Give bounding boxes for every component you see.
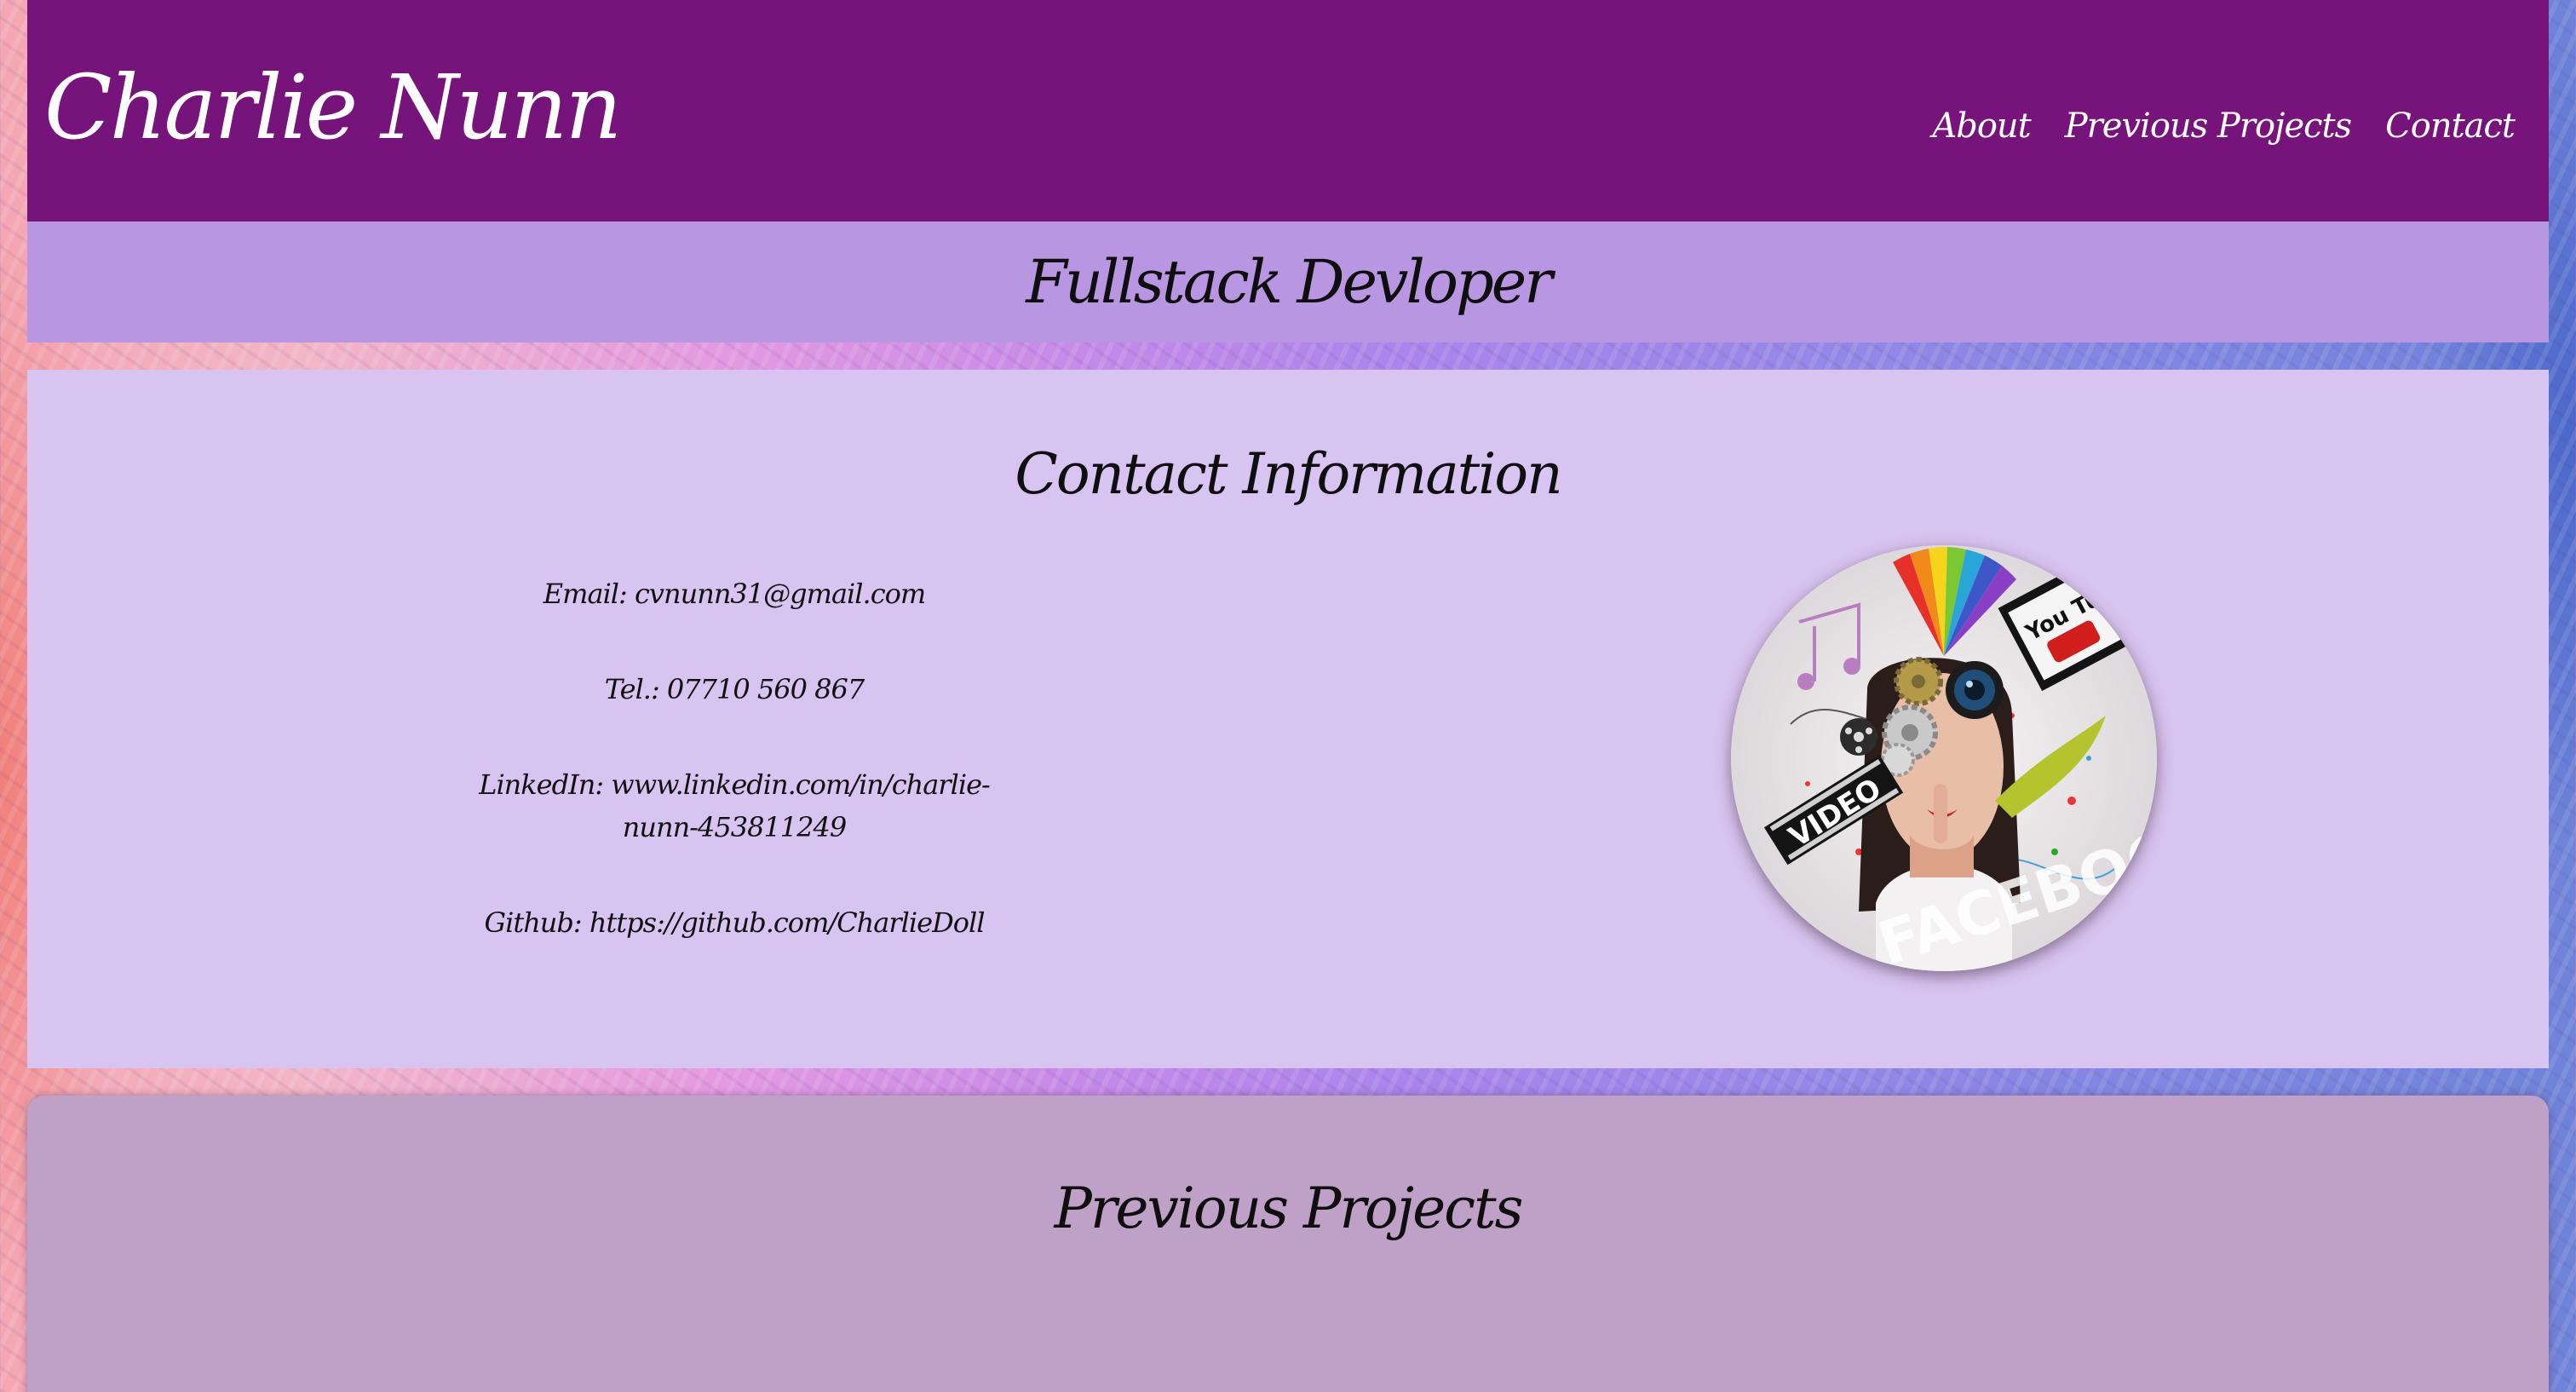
page-frame: Charlie Nunn About Previous Projects Con…	[27, 0, 2549, 1392]
nav-previous-projects[interactable]: Previous Projects	[2065, 109, 2352, 143]
film-reel-icon	[1840, 718, 1877, 756]
contact-phone: Tel.: 07710 560 867	[604, 673, 865, 705]
profile-image: VIDEO You Tube FACEBOOK	[1731, 545, 2157, 971]
contact-email: Email: cvnunn31@gmail.com	[543, 578, 926, 610]
contact-github: Github: https://github.com/CharlieDoll	[484, 906, 986, 939]
role-banner: Fullstack Devloper	[27, 221, 2549, 342]
projects-heading: Previous Projects	[1054, 1176, 1523, 1241]
nav-about[interactable]: About	[1932, 109, 2031, 143]
contact-linkedin: LinkedIn: www.linkedin.com/in/charlie-nu…	[479, 768, 991, 843]
role-title: Fullstack Devloper	[1026, 247, 1552, 317]
contact-details: Email: cvnunn31@gmail.com Tel.: 07710 56…	[428, 572, 1041, 997]
profile-illustration: VIDEO You Tube FACEBOOK	[1731, 545, 2157, 971]
contact-heading: Contact Information	[1015, 441, 1562, 507]
contact-section: Contact Information Email: cvnunn31@gmai…	[27, 370, 2549, 1068]
site-header: Charlie Nunn About Previous Projects Con…	[27, 0, 2549, 221]
previous-projects-section: Previous Projects	[27, 1096, 2549, 1392]
main-nav: About Previous Projects Contact	[1932, 109, 2516, 143]
camera-lens-icon	[1946, 661, 2004, 719]
brand-name: Charlie Nunn	[44, 55, 622, 159]
nav-contact[interactable]: Contact	[2385, 109, 2516, 143]
